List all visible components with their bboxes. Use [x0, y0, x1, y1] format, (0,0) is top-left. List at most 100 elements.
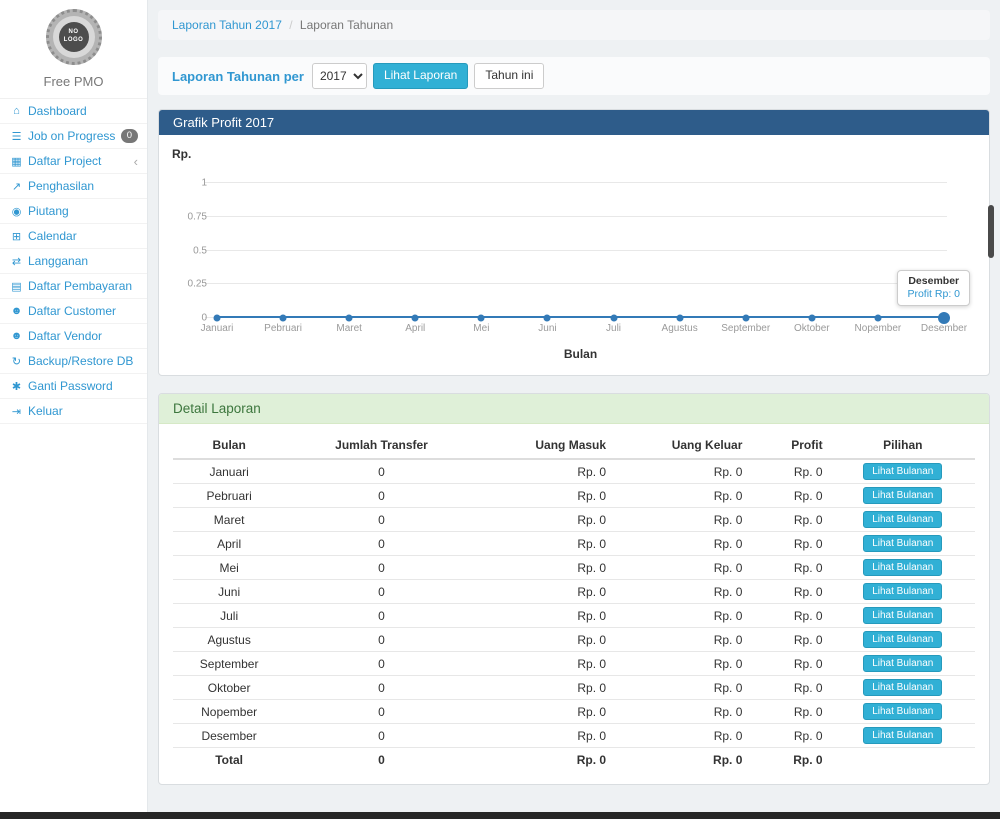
year-select[interactable]: 2017 [312, 63, 367, 89]
gridline [205, 283, 947, 284]
chart-x-axis-title: Bulan [217, 347, 944, 361]
lihat-bulanan-button[interactable]: Lihat Bulanan [863, 655, 942, 672]
cell-bulan: Januari [173, 459, 285, 484]
cell-profit: Rp. 0 [750, 724, 830, 748]
cell-pilihan: Lihat Bulanan [831, 459, 975, 484]
sidebar-item-daftar-pembayaran[interactable]: ▤ Daftar Pembayaran [0, 274, 147, 299]
sidebar-item-label: Job on Progress [28, 129, 115, 143]
table-icon: ▦ [9, 155, 24, 168]
main-content: Laporan Tahun 2017 / Laporan Tahunan Lap… [148, 0, 1000, 812]
no-logo-badge: NO LOGO [59, 22, 89, 52]
cell-profit: Rp. 0 [750, 459, 830, 484]
cell-jumlah-transfer: 0 [285, 700, 477, 724]
cell-profit: Rp. 0 [750, 676, 830, 700]
sidebar-item-piutang[interactable]: ◉Piutang [0, 199, 147, 224]
sidebar-item-daftar-customer[interactable]: ☻Daftar Customer [0, 299, 147, 324]
logo-text-line1: NO [69, 29, 79, 37]
cell-profit: Rp. 0 [750, 580, 830, 604]
chart-point[interactable] [874, 315, 881, 322]
sidebar-item-ganti-password[interactable]: ✱Ganti Password [0, 374, 147, 399]
chart-point[interactable] [742, 315, 749, 322]
sidebar-item-daftar-vendor[interactable]: ☻Daftar Vendor [0, 324, 147, 349]
sidebar-item-langganan[interactable]: ⇄Langganan [0, 249, 147, 274]
cell-pilihan: Lihat Bulanan [831, 532, 975, 556]
bottom-edge [0, 812, 1000, 819]
cell-uang-masuk: Rp. 0 [478, 508, 614, 532]
sidebar-item-label: Backup/Restore DB [28, 354, 133, 368]
x-tick-label: Juni [538, 323, 556, 334]
sidebar-item-label: Keluar [28, 404, 63, 418]
lihat-bulanan-button[interactable]: Lihat Bulanan [863, 727, 942, 744]
lihat-bulanan-button[interactable]: Lihat Bulanan [863, 607, 942, 624]
logout-icon: ⇥ [9, 405, 24, 418]
chart-point-selected[interactable] [938, 312, 950, 324]
chart-point[interactable] [676, 315, 683, 322]
cell-jumlah-transfer: 0 [285, 676, 477, 700]
chart-y-axis-title: Rp. [172, 147, 191, 161]
chart-point[interactable] [280, 315, 287, 322]
chart-point[interactable] [412, 315, 419, 322]
cell-jumlah-transfer: 0 [285, 724, 477, 748]
sidebar-item-backup-restore-db[interactable]: ↻Backup/Restore DB [0, 349, 147, 374]
gridline [205, 250, 947, 251]
total-cell-bulan: Total [173, 748, 285, 772]
chart-point[interactable] [610, 315, 617, 322]
sidebar-menu: ⌂Dashboard☰Job on Progress0▦Daftar Proje… [0, 99, 147, 424]
table-row: Desember0Rp. 0Rp. 0Rp. 0Lihat Bulanan [173, 724, 975, 748]
sidebar-item-label: Daftar Pembayaran [28, 279, 132, 293]
x-tick-label: Mei [473, 323, 489, 334]
breadcrumb-parent-link[interactable]: Laporan Tahun 2017 [172, 18, 282, 32]
users-icon: ☻ [9, 330, 24, 342]
cell-uang-keluar: Rp. 0 [614, 459, 750, 484]
lihat-bulanan-button[interactable]: Lihat Bulanan [863, 703, 942, 720]
chart-point[interactable] [214, 315, 221, 322]
table-row: Juni0Rp. 0Rp. 0Rp. 0Lihat Bulanan [173, 580, 975, 604]
x-tick-label: Nopember [855, 323, 902, 334]
table-row: September0Rp. 0Rp. 0Rp. 0Lihat Bulanan [173, 652, 975, 676]
sidebar-item-penghasilan[interactable]: ↗Penghasilan [0, 174, 147, 199]
table-row: Januari0Rp. 0Rp. 0Rp. 0Lihat Bulanan [173, 459, 975, 484]
table-row: Pebruari0Rp. 0Rp. 0Rp. 0Lihat Bulanan [173, 484, 975, 508]
chart-point[interactable] [478, 315, 485, 322]
cell-uang-masuk: Rp. 0 [478, 700, 614, 724]
x-tick-label: Oktober [794, 323, 830, 334]
sidebar-item-calendar[interactable]: ⊞Calendar [0, 224, 147, 249]
lihat-bulanan-button[interactable]: Lihat Bulanan [863, 583, 942, 600]
sidebar-item-job-on-progress[interactable]: ☰Job on Progress0 [0, 124, 147, 149]
tooltip-value: Profit Rp: 0 [907, 288, 960, 300]
count-badge: 0 [121, 129, 138, 143]
cell-uang-keluar: Rp. 0 [614, 652, 750, 676]
lihat-bulanan-button[interactable]: Lihat Bulanan [863, 487, 942, 504]
chart-tooltip: Desember Profit Rp: 0 [897, 270, 970, 306]
lihat-bulanan-button[interactable]: Lihat Bulanan [863, 511, 942, 528]
lihat-bulanan-button[interactable]: Lihat Bulanan [863, 463, 942, 480]
cell-pilihan: Lihat Bulanan [831, 676, 975, 700]
sidebar-item-keluar[interactable]: ⇥ Keluar [0, 399, 147, 424]
view-report-button[interactable]: Lihat Laporan [373, 63, 468, 89]
chart-point[interactable] [544, 315, 551, 322]
chart-point[interactable] [808, 315, 815, 322]
this-year-button[interactable]: Tahun ini [474, 63, 544, 89]
sidebar-item-dashboard[interactable]: ⌂Dashboard [0, 99, 147, 124]
breadcrumb: Laporan Tahun 2017 / Laporan Tahunan [158, 10, 990, 40]
x-tick-label: Januari [201, 323, 234, 334]
scrollbar-thumb[interactable] [988, 205, 994, 258]
lihat-bulanan-button[interactable]: Lihat Bulanan [863, 535, 942, 552]
cell-profit: Rp. 0 [750, 508, 830, 532]
credit-card-icon: ▤ [9, 280, 24, 293]
lihat-bulanan-button[interactable]: Lihat Bulanan [863, 559, 942, 576]
breadcrumb-separator: / [289, 18, 292, 32]
sidebar-item-label: Dashboard [28, 104, 87, 118]
lihat-bulanan-button[interactable]: Lihat Bulanan [863, 631, 942, 648]
total-cell-uang-masuk: Rp. 0 [478, 748, 614, 772]
cell-pilihan: Lihat Bulanan [831, 604, 975, 628]
cell-pilihan: Lihat Bulanan [831, 508, 975, 532]
report-period-label: Laporan Tahunan per [172, 69, 304, 84]
sidebar-item-daftar-project[interactable]: ▦Daftar Project‹ [0, 149, 147, 174]
gridline [205, 216, 947, 217]
cell-pilihan: Lihat Bulanan [831, 724, 975, 748]
cell-uang-masuk: Rp. 0 [478, 484, 614, 508]
table-row: Maret0Rp. 0Rp. 0Rp. 0Lihat Bulanan [173, 508, 975, 532]
lihat-bulanan-button[interactable]: Lihat Bulanan [863, 679, 942, 696]
chart-point[interactable] [346, 315, 353, 322]
